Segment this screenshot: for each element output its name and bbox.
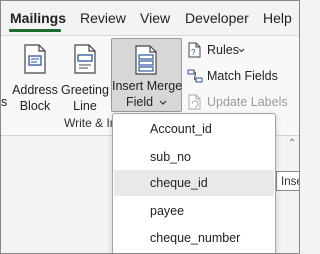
cut-off-label: s: [1, 95, 8, 109]
ribbon-collapse-icon[interactable]: ⌃: [288, 138, 296, 149]
insert-merge-field-icon: [135, 45, 157, 75]
merge-field-dropdown: Account_id sub_no cheque_id payee cheque…: [112, 113, 276, 253]
update-labels-icon: [188, 94, 201, 110]
greeting-line-button[interactable]: Greeting Line: [61, 42, 109, 116]
merge-field-item-sub-no[interactable]: sub_no: [114, 144, 274, 170]
write-insert-group-label: Write & In: [64, 116, 117, 130]
greeting-line-icon: [74, 44, 96, 74]
chevron-down-icon: [159, 100, 167, 105]
word-window-crop: Mailings Review View Developer Help s Ad…: [0, 0, 300, 254]
merge-field-item-cheque-number[interactable]: cheque_number: [114, 225, 274, 251]
address-block-icon: [24, 44, 46, 74]
svg-text:?: ?: [191, 48, 196, 57]
tab-view[interactable]: View: [140, 10, 170, 26]
tab-developer[interactable]: Developer: [185, 10, 249, 26]
tab-mailings[interactable]: Mailings: [10, 10, 66, 26]
merge-field-item-cheque-id[interactable]: cheque_id: [114, 170, 274, 196]
chevron-down-icon: [238, 48, 245, 53]
tab-help[interactable]: Help: [263, 10, 292, 26]
tooltip: Inse: [276, 171, 299, 191]
insert-merge-field-button[interactable]: Insert Merge Field: [111, 38, 182, 112]
address-block-button[interactable]: Address Block: [11, 42, 59, 116]
merge-field-item-account-id[interactable]: Account_id: [114, 116, 274, 142]
active-tab-indicator: [9, 29, 61, 32]
ribbon-tabs: Mailings Review View Developer Help: [1, 1, 299, 35]
match-fields-icon: [187, 69, 203, 83]
merge-field-item-payee[interactable]: payee: [114, 198, 274, 224]
tab-review[interactable]: Review: [80, 10, 126, 26]
rules-icon: ?: [188, 42, 201, 58]
